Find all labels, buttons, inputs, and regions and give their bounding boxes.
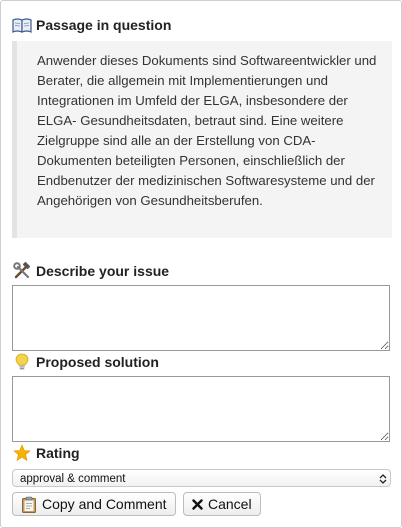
passage-heading: Passage in question	[12, 16, 171, 34]
light-bulb-icon	[12, 353, 32, 371]
star-icon	[12, 444, 32, 462]
copy-and-comment-button[interactable]: Copy and Comment	[12, 492, 176, 516]
passage-title: Passage in question	[36, 17, 172, 33]
chevron-up-down-icon	[376, 471, 390, 487]
solution-textarea[interactable]	[12, 376, 390, 442]
solution-heading: Proposed solution	[12, 353, 159, 371]
passage-text: Anwender dieses Dokuments sind Softwaree…	[37, 53, 377, 208]
solution-title: Proposed solution	[36, 354, 159, 370]
issue-textarea[interactable]	[12, 285, 390, 351]
cancel-button[interactable]: Cancel	[183, 492, 261, 516]
clipboard-icon	[21, 496, 37, 513]
rating-selected-value: approval & comment	[20, 472, 126, 485]
x-icon	[192, 498, 203, 510]
issue-heading: Describe your issue	[12, 262, 169, 280]
rating-select[interactable]: approval & comment	[12, 469, 391, 487]
cancel-label: Cancel	[208, 496, 252, 512]
issue-title: Describe your issue	[36, 263, 170, 279]
feedback-panel: Passage in question Anwender dieses Doku…	[0, 0, 402, 528]
hammer-and-wrench-icon	[12, 262, 32, 280]
rating-title: Rating	[36, 445, 80, 461]
copy-and-comment-label: Copy and Comment	[42, 496, 167, 512]
passage-quote: Anwender dieses Dokuments sind Softwaree…	[12, 41, 392, 238]
rating-heading: Rating	[12, 444, 80, 462]
open-book-icon	[12, 16, 32, 34]
